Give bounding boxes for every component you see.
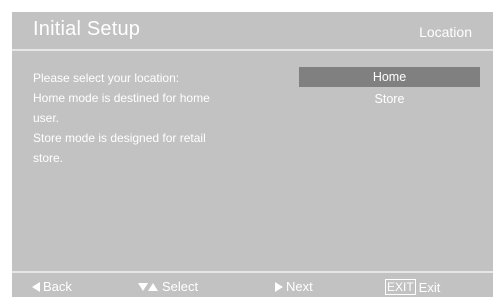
exit-hint[interactable]: EXIT Exit bbox=[385, 279, 440, 295]
description-line: store. bbox=[33, 151, 64, 165]
footer: Back Select Next EXIT Exit bbox=[12, 274, 493, 296]
option-home[interactable]: Home bbox=[299, 67, 480, 87]
back-label: Back bbox=[43, 279, 72, 294]
location-options: Home Store bbox=[299, 67, 480, 111]
description-line: Store mode is designed for retail bbox=[33, 131, 206, 145]
triangle-up-down-icon bbox=[138, 282, 158, 291]
next-hint[interactable]: Next bbox=[275, 279, 313, 294]
description-line: Home mode is destined for home bbox=[33, 91, 210, 105]
triangle-left-icon bbox=[32, 281, 40, 292]
page-title: Initial Setup bbox=[33, 18, 141, 40]
header-divider bbox=[12, 49, 493, 51]
description-line: Please select your location: bbox=[33, 71, 180, 85]
footer-divider bbox=[12, 271, 493, 273]
back-hint[interactable]: Back bbox=[32, 279, 72, 294]
select-label: Select bbox=[162, 279, 199, 294]
section-label: Location bbox=[419, 24, 472, 40]
exit-key-icon: EXIT bbox=[385, 279, 416, 295]
header: Initial Setup Location bbox=[12, 12, 493, 50]
setup-screen: Initial Setup Location Please select you… bbox=[12, 12, 493, 297]
exit-label: Exit bbox=[418, 279, 441, 295]
description: Please select your location: Home mode i… bbox=[33, 68, 253, 168]
description-line: user. bbox=[33, 111, 60, 125]
next-label: Next bbox=[286, 279, 313, 294]
select-hint[interactable]: Select bbox=[138, 279, 198, 294]
triangle-right-icon bbox=[275, 281, 283, 292]
option-store[interactable]: Store bbox=[299, 89, 480, 109]
